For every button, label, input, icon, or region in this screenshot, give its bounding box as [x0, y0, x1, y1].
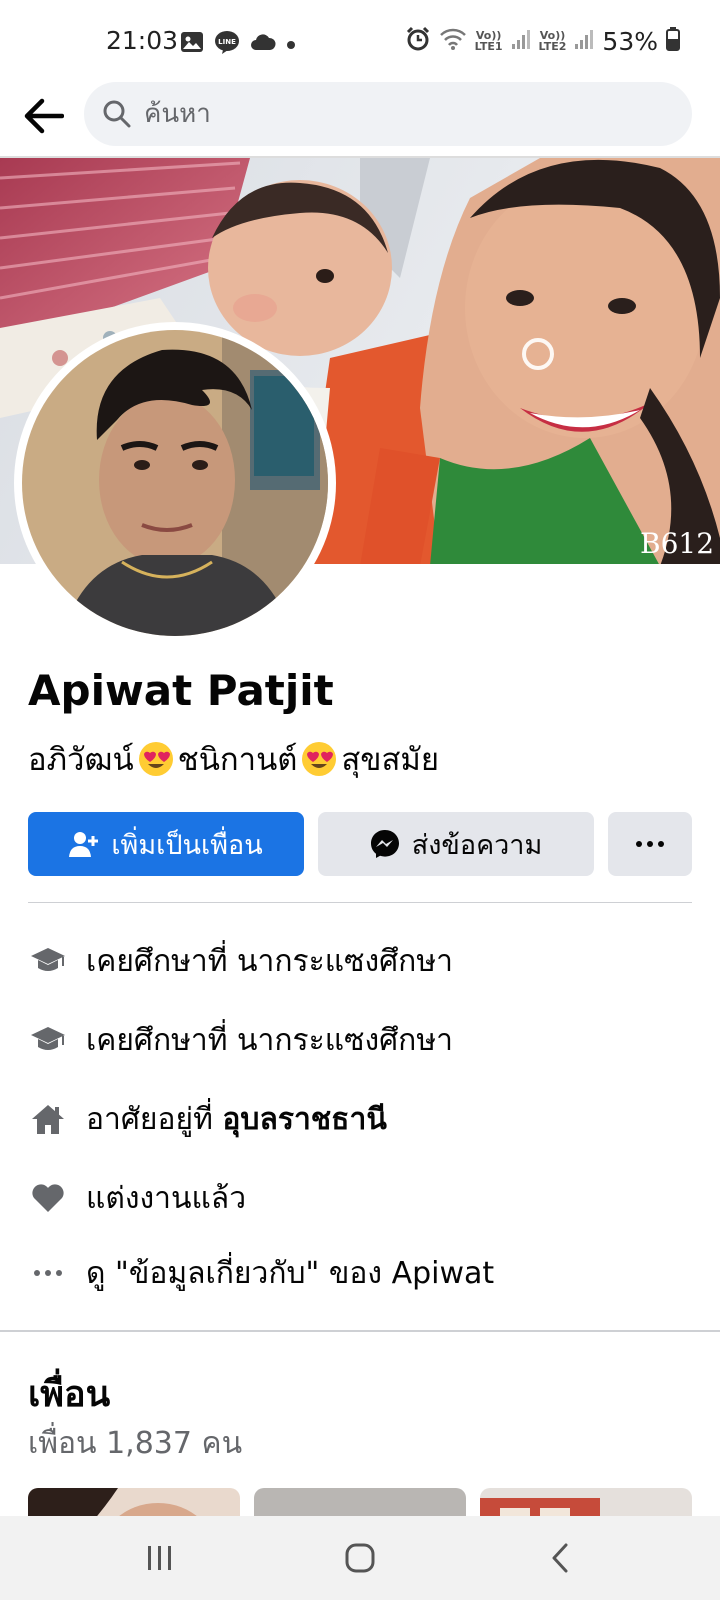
system-navigation-bar [0, 1516, 720, 1600]
top-bar [0, 80, 720, 156]
wifi-icon [439, 27, 467, 55]
detail-education[interactable]: เคยศึกษาที่ นากระแซงศึกษา [28, 1012, 692, 1068]
add-friend-label: เพิ่มเป็นเพื่อน [111, 829, 263, 861]
search-icon [103, 100, 131, 128]
bio-text: ชนิกานต์ [177, 742, 298, 778]
profile-name: Apiwat Patjit [28, 666, 334, 715]
detail-hometown-text: อาศัยอยู่ที่ อุบลราชธานี [86, 1101, 387, 1137]
detail-education-text: เคยศึกษาที่ นากระแซงศึกษา [86, 943, 453, 979]
back-arrow-icon [24, 98, 64, 134]
svg-text:LINE: LINE [218, 38, 236, 46]
friends-count[interactable]: เพื่อน 1,837 คน [28, 1420, 242, 1467]
more-dots-icon [28, 1253, 68, 1293]
more-options-button[interactable] [608, 812, 692, 876]
see-about-link[interactable]: ดู "ข้อมูลเกี่ยวกับ" ของ Apiwat [28, 1245, 692, 1301]
battery-percent: 53% [602, 26, 658, 56]
heart-icon [28, 1178, 68, 1218]
chevron-left-icon [552, 1543, 568, 1573]
divider [28, 902, 692, 903]
search-box[interactable] [84, 82, 692, 146]
message-button[interactable]: ส่งข้อความ [318, 812, 594, 876]
profile-picture[interactable] [14, 322, 336, 644]
friends-title: เพื่อน [28, 1374, 111, 1415]
dot-icon [286, 35, 296, 54]
recent-apps-icon [148, 1546, 171, 1570]
battery-icon [666, 27, 680, 55]
home-circle-icon [345, 1543, 375, 1573]
detail-relationship[interactable]: แต่งงานแล้ว [28, 1170, 692, 1226]
signal-icon [511, 28, 531, 54]
more-dots-icon [636, 841, 664, 847]
home-icon [28, 1099, 68, 1139]
line-icon: LINE [214, 30, 240, 58]
profile-bio: อภิวัฒน์ ชนิกานต์ สุขสมัย [28, 734, 439, 784]
add-friend-icon [69, 830, 99, 858]
signal-icon [574, 28, 594, 54]
heart-eyes-emoji-icon [138, 742, 173, 776]
gallery-icon [180, 31, 204, 57]
sim1-indicator: Vo)) LTE1 [474, 29, 503, 53]
message-label: ส่งข้อความ [411, 829, 543, 861]
messenger-icon [370, 829, 400, 859]
status-bar: 21:03 LINE Vo)) LTE1 Vo)) LTE2 53% [0, 0, 720, 80]
detail-hometown[interactable]: อาศัยอยู่ที่ อุบลราชธานี [28, 1091, 692, 1147]
action-buttons: เพิ่มเป็นเพื่อน ส่งข้อความ [28, 812, 692, 876]
alarm-icon [405, 26, 431, 56]
add-friend-button[interactable]: เพิ่มเป็นเพื่อน [28, 812, 304, 876]
status-time: 21:03 [106, 26, 179, 55]
graduation-cap-icon [28, 941, 68, 981]
bio-text: อภิวัฒน์ [28, 742, 134, 778]
bio-text: สุขสมัย [341, 742, 440, 778]
notification-icons: LINE [180, 30, 296, 58]
recent-apps-button[interactable] [130, 1534, 190, 1582]
cover-watermark: B612 [640, 527, 714, 560]
sim2-indicator: Vo)) LTE2 [538, 29, 567, 53]
search-input[interactable] [144, 99, 644, 129]
detail-education[interactable]: เคยศึกษาที่ นากระแซงศึกษา [28, 933, 692, 989]
section-separator [0, 1330, 720, 1332]
avatar-image [22, 330, 328, 636]
detail-relationship-text: แต่งงานแล้ว [86, 1180, 247, 1216]
heart-eyes-emoji-icon [302, 742, 337, 776]
see-about-text: ดู "ข้อมูลเกี่ยวกับ" ของ Apiwat [86, 1255, 495, 1291]
cloud-icon [250, 33, 276, 55]
detail-education-text: เคยศึกษาที่ นากระแซงศึกษา [86, 1022, 453, 1058]
system-back-button[interactable] [530, 1534, 590, 1582]
graduation-cap-icon [28, 1020, 68, 1060]
avatar [22, 330, 328, 636]
status-right: Vo)) LTE1 Vo)) LTE2 53% [405, 26, 680, 56]
back-button[interactable] [20, 92, 68, 140]
hometown-place: อุบลราชธานี [222, 1101, 387, 1137]
home-button[interactable] [330, 1534, 390, 1582]
